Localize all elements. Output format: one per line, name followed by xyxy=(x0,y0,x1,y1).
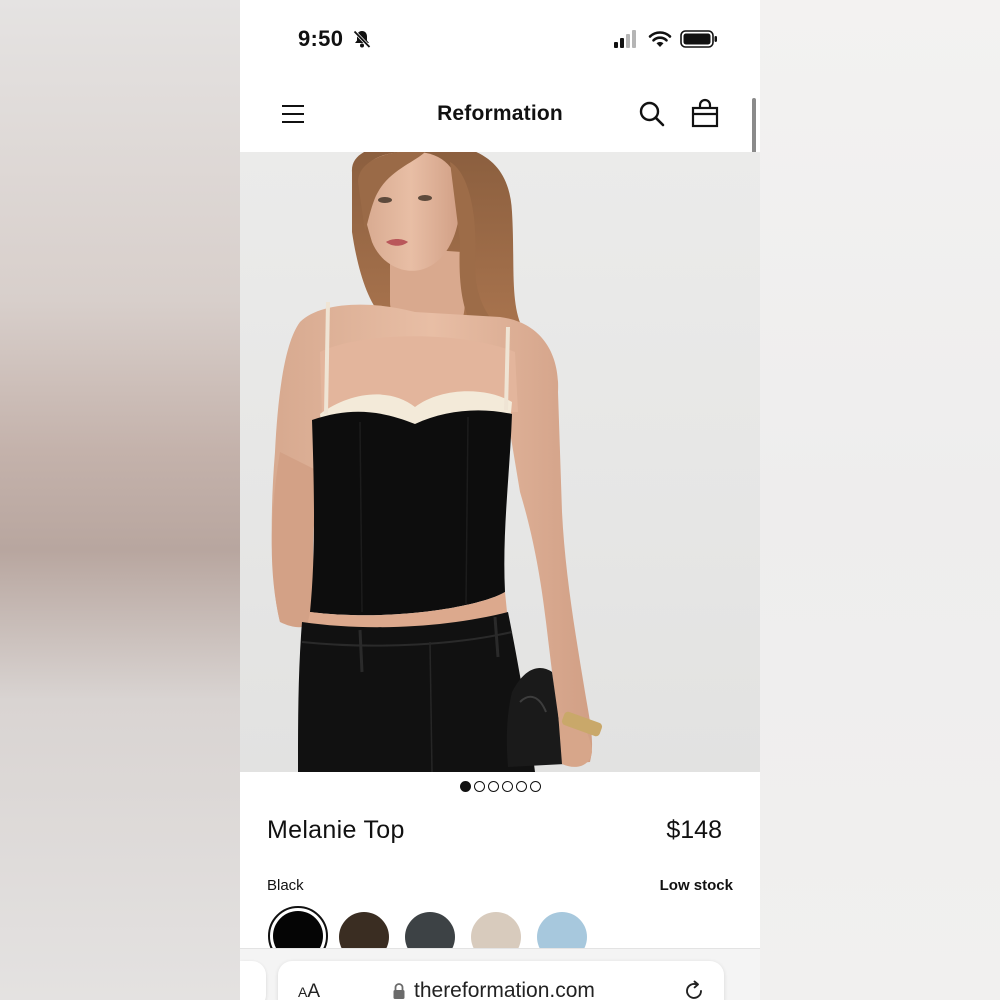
top-navigation: Reformation xyxy=(240,78,760,152)
product-name: Melanie Top xyxy=(267,816,405,844)
blurred-background-left xyxy=(0,0,240,1000)
carousel-dots xyxy=(240,781,760,795)
lock-icon xyxy=(393,983,405,999)
product-image[interactable] xyxy=(240,152,760,772)
carousel-dot[interactable] xyxy=(515,781,527,792)
cellular-signal-icon xyxy=(614,30,636,48)
wifi-icon xyxy=(648,31,672,47)
url-text: thereformation.com xyxy=(414,979,595,1000)
search-icon[interactable] xyxy=(638,100,666,128)
shopping-bag-icon[interactable] xyxy=(690,98,720,128)
address-bar[interactable]: AA thereformation.com xyxy=(278,961,724,1000)
product-price: $148 xyxy=(666,816,722,844)
carousel-dot[interactable] xyxy=(529,781,541,792)
previous-tab[interactable] xyxy=(240,961,266,1000)
stock-status: Low stock xyxy=(659,877,733,894)
bell-slash-icon xyxy=(353,30,371,49)
carousel-dot[interactable] xyxy=(459,781,471,792)
carousel-dot[interactable] xyxy=(473,781,485,792)
browser-toolbar: AA thereformation.com xyxy=(240,948,760,1000)
phone-screen: 9:50 Reformation Melanie Top $148 Black … xyxy=(240,0,760,1000)
model-photo xyxy=(271,152,603,772)
brand-logo[interactable]: Reformation xyxy=(240,102,760,126)
carousel-dot[interactable] xyxy=(501,781,513,792)
blurred-background-right xyxy=(760,0,1000,1000)
carousel-dot[interactable] xyxy=(487,781,499,792)
reload-icon[interactable] xyxy=(682,979,706,1000)
status-time: 9:50 xyxy=(298,26,344,51)
text-size-button[interactable]: AA xyxy=(298,981,320,1000)
status-bar: 9:50 xyxy=(240,0,760,78)
selected-color-label: Black xyxy=(267,877,304,894)
battery-icon xyxy=(680,30,717,48)
